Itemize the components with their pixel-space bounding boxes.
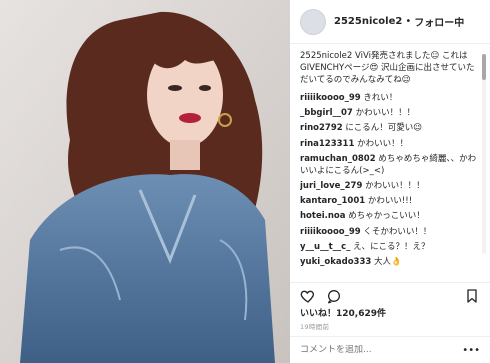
comment-text: かわいい！！！ bbox=[365, 180, 425, 191]
more-dots-icon[interactable]: ••• bbox=[462, 345, 480, 356]
comments-scrollbar-track[interactable] bbox=[482, 54, 486, 254]
comment-text: 大人👌 bbox=[374, 256, 402, 267]
post-photo[interactable] bbox=[0, 0, 290, 363]
comment-username[interactable]: _bbgirl__07 bbox=[300, 108, 353, 118]
comment-username[interactable]: yuki_okado333 bbox=[300, 257, 371, 267]
comment-text: かわいい！！ bbox=[357, 138, 409, 149]
comment-username[interactable]: ramuchan_0802 bbox=[300, 154, 376, 164]
follow-status-button[interactable]: フォロー中 bbox=[414, 14, 464, 29]
comment-item: ramuchan_0802 めちゃめちゃ綺麗、、かわいいよにこるん(>_<) bbox=[300, 153, 480, 177]
comment-item: rino2792 にこるん！可愛い😉 bbox=[300, 122, 480, 134]
comment-text: かわいい！！！ bbox=[355, 108, 416, 119]
comment-username[interactable]: riiiikoooo_99 bbox=[300, 93, 361, 103]
post-header: 2525nicole2 • フォロー中 bbox=[290, 0, 490, 44]
comment-text: にこるん！可愛い😉 bbox=[345, 123, 423, 134]
comment-item: juri_love_279 かわいい！！！ bbox=[300, 180, 480, 192]
add-comment-bar: ••• bbox=[290, 336, 490, 363]
comment-item: kantaro_1001 かわいい!!! bbox=[300, 195, 480, 207]
add-comment-input[interactable] bbox=[300, 345, 460, 355]
comment-username[interactable]: y__u__t__c_ bbox=[300, 242, 350, 252]
comments-list: 2525nicole2 ViVi発売されました☺︎ これはGIVENCHYページ… bbox=[300, 50, 480, 282]
post-actions-bar bbox=[290, 282, 490, 308]
post-side-panel: 2525nicole2 • フォロー中 2525nicole2 ViVi発売され… bbox=[290, 0, 490, 363]
comment-username[interactable]: rina123311 bbox=[300, 139, 354, 149]
comment-text: きれい！ bbox=[363, 93, 398, 103]
comment-item: riiiikoooo_99 きれい！ bbox=[300, 92, 480, 104]
comment-username[interactable]: riiiikoooo_99 bbox=[300, 227, 361, 237]
comment-text: かわいい!!! bbox=[367, 196, 413, 207]
comment-item: hotei.noa めちゃかっこいい！ bbox=[300, 210, 480, 222]
comment-username[interactable]: rino2792 bbox=[300, 123, 343, 133]
comment-text: めちゃかっこいい！ bbox=[348, 211, 425, 222]
bookmark-icon[interactable] bbox=[464, 288, 480, 304]
heart-outline-icon[interactable] bbox=[300, 288, 316, 304]
comment-username[interactable]: juri_love_279 bbox=[300, 181, 362, 191]
speech-bubble-icon[interactable] bbox=[326, 288, 342, 304]
post-caption: 2525nicole2 ViVi発売されました☺︎ これはGIVENCHYページ… bbox=[300, 50, 480, 86]
header-separator: • bbox=[405, 16, 412, 27]
model-portrait-image bbox=[0, 0, 290, 363]
likes-count[interactable]: いいね！120,629件 bbox=[300, 306, 386, 319]
comment-item: rina123311 かわいい！！ bbox=[300, 138, 480, 150]
comment-item: yuki_okado333 大人👌 bbox=[300, 256, 480, 268]
comment-item: y__u__t__c_ え、にこる？！え？ bbox=[300, 241, 480, 253]
comment-username[interactable]: hotei.noa bbox=[300, 211, 346, 221]
post-timestamp: 19時間前 bbox=[300, 323, 330, 331]
comments-scrollbar-thumb[interactable] bbox=[482, 54, 486, 80]
comment-username[interactable]: kantaro_1001 bbox=[300, 196, 365, 206]
avatar[interactable] bbox=[300, 8, 326, 35]
comment-item: riiiikoooo_99 くそかわいい！！ bbox=[300, 226, 480, 238]
header-username[interactable]: 2525nicole2 bbox=[334, 16, 402, 27]
caption-username[interactable]: 2525nicole2 bbox=[300, 51, 352, 61]
comment-text: え、にこる？！え？ bbox=[353, 241, 430, 252]
comment-text: くそかわいい！！ bbox=[363, 226, 432, 237]
comment-item: _bbgirl__07 かわいい！！！ bbox=[300, 107, 480, 119]
